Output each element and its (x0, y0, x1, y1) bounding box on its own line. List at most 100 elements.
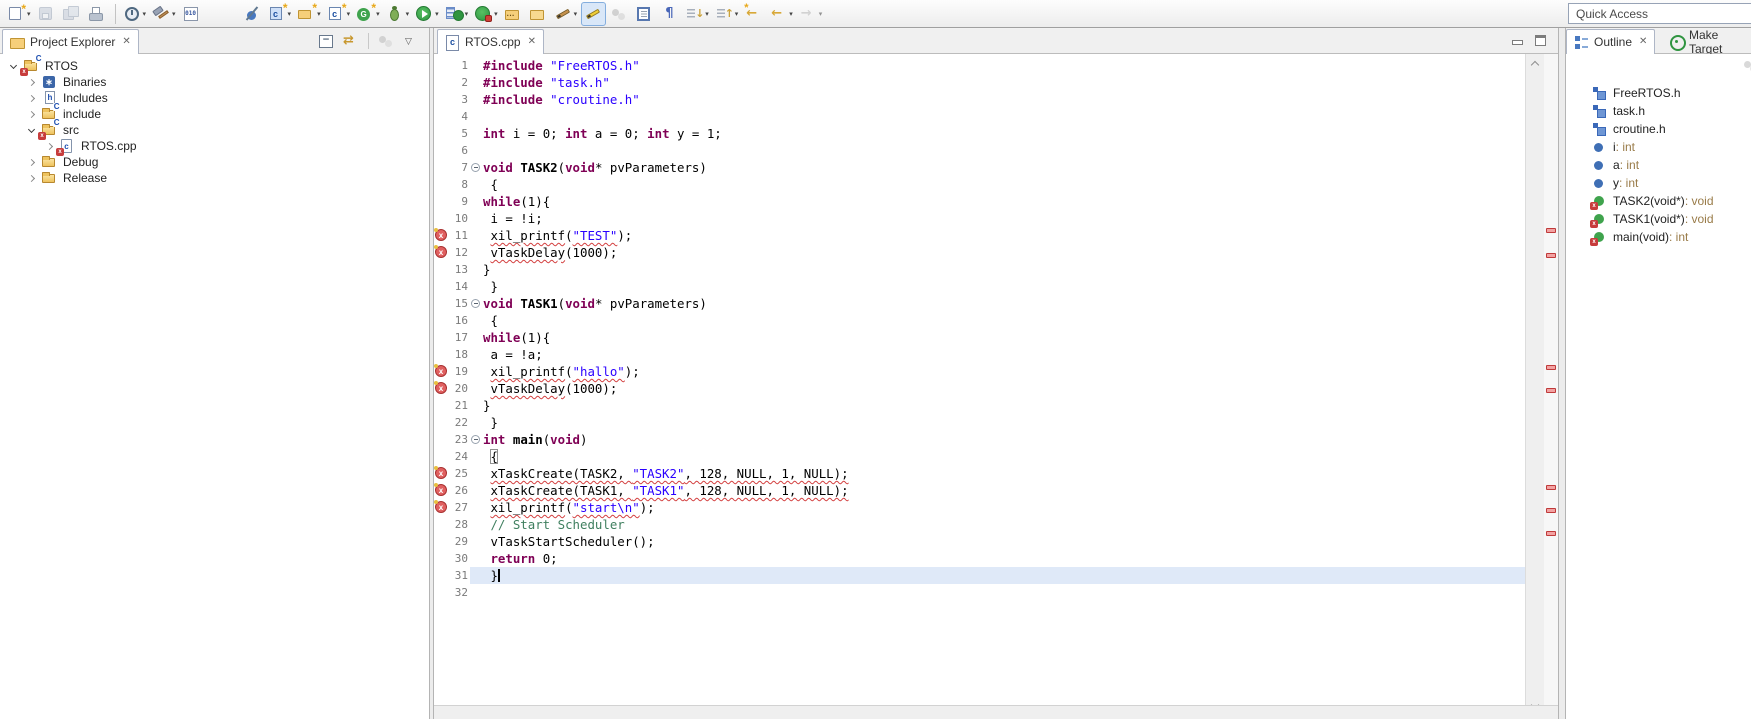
code-line-10[interactable]: 10 i = !i; (434, 210, 1525, 227)
outline-item-main-void-[interactable]: main(void) : int (1590, 228, 1751, 246)
outline-item-task-h[interactable]: task.h (1592, 102, 1751, 120)
code-line-32[interactable]: 32 (434, 584, 1525, 601)
tab-make-target[interactable]: Make Target (1662, 28, 1751, 56)
expand-chevron-icon[interactable] (27, 110, 36, 118)
fold-gutter[interactable] (470, 380, 481, 397)
dropdown-arrow-icon[interactable]: ▾ (435, 10, 439, 18)
fold-gutter[interactable] (470, 142, 481, 159)
outline-item-i[interactable]: i : int (1592, 138, 1751, 156)
code-line-7[interactable]: 7 void TASK2(void* pvParameters) (434, 159, 1525, 176)
fold-gutter[interactable] (470, 584, 481, 601)
error-overview-marker[interactable] (1546, 253, 1556, 258)
view-menu-icon[interactable] (403, 33, 419, 49)
fold-gutter[interactable] (470, 244, 481, 261)
fold-gutter[interactable] (470, 210, 481, 227)
annotation-gutter[interactable] (434, 57, 449, 74)
outline-item-croutine-h[interactable]: croutine.h (1592, 120, 1751, 138)
fold-gutter[interactable] (470, 397, 481, 414)
code-line-12[interactable]: 12 vTaskDelay(1000); (434, 244, 1525, 261)
annotation-gutter[interactable] (434, 278, 449, 295)
dropdown-arrow-icon[interactable]: ▾ (789, 10, 793, 18)
tree-item-src[interactable]: Cx src (5, 119, 429, 140)
code-line-23[interactable]: 23 int main(void) (434, 431, 1525, 448)
code-line-1[interactable]: 1 #include "FreeRTOS.h" (434, 57, 1525, 74)
fold-gutter[interactable] (470, 278, 481, 295)
code-line-24[interactable]: 24 { (434, 448, 1525, 465)
code-line-8[interactable]: 8 { (434, 176, 1525, 193)
code-line-11[interactable]: 11 xil_printf("TEST"); (434, 227, 1525, 244)
dropdown-arrow-icon[interactable]: ▾ (317, 10, 321, 18)
fold-gutter[interactable] (470, 176, 481, 193)
fold-gutter[interactable] (470, 346, 481, 363)
fold-gutter[interactable] (470, 533, 481, 550)
pencil-button[interactable]: ▾ (552, 2, 580, 26)
fold-gutter[interactable] (470, 108, 481, 125)
dropdown-arrow-icon[interactable]: ▾ (376, 10, 380, 18)
annotation-gutter[interactable] (434, 465, 449, 482)
fold-gutter[interactable] (470, 329, 481, 346)
code-line-26[interactable]: 26 xTaskCreate(TASK1, "TASK1", 128, NULL… (434, 482, 1525, 499)
new-c-project-button[interactable]: ▾ (266, 2, 294, 26)
editor-horizontal-scrollbar[interactable] (434, 705, 1558, 719)
tree-item-rtos-cpp[interactable]: c x RTOS.cpp (5, 138, 429, 156)
new-project-button[interactable]: ▾ (295, 2, 323, 26)
error-quickfix-icon[interactable] (434, 500, 447, 513)
code-line-13[interactable]: 13} (434, 261, 1525, 278)
code-line-30[interactable]: 30 return 0; (434, 550, 1525, 567)
fold-gutter[interactable] (470, 499, 481, 516)
annotation-gutter[interactable] (434, 482, 449, 499)
fold-gutter[interactable] (470, 516, 481, 533)
code-line-15[interactable]: 15 void TASK1(void* pvParameters) (434, 295, 1525, 312)
outline-item-task1-void-[interactable]: TASK1(void*) : void (1590, 210, 1751, 228)
dropdown-arrow-icon[interactable]: ▾ (406, 10, 410, 18)
annotation-gutter[interactable] (434, 210, 449, 227)
dropdown-arrow-icon[interactable]: ▾ (288, 10, 292, 18)
fold-gutter[interactable] (470, 465, 481, 482)
annotation-gutter[interactable] (434, 516, 449, 533)
fold-gutter[interactable] (470, 227, 481, 244)
annotation-gutter[interactable] (434, 499, 449, 516)
fold-gutter[interactable] (470, 57, 481, 74)
outline-item-a[interactable]: a : int (1592, 156, 1751, 174)
code-line-22[interactable]: 22 } (434, 414, 1525, 431)
expand-chevron-icon[interactable] (27, 174, 36, 182)
code-line-6[interactable]: 6 (434, 142, 1525, 159)
fold-gutter[interactable] (470, 550, 481, 567)
tree-item-release[interactable]: Release (5, 170, 429, 186)
annotation-gutter[interactable] (434, 244, 449, 261)
generate-wizard-button[interactable]: ▾ (354, 2, 382, 26)
tab-project-explorer[interactable]: Project Explorer ✕ (2, 29, 139, 54)
expand-chevron-icon[interactable] (45, 142, 54, 150)
profile-button[interactable]: ▾ (472, 2, 500, 26)
code-line-4[interactable]: 4 (434, 108, 1525, 125)
close-icon[interactable]: ✕ (1639, 37, 1647, 47)
debug-button[interactable]: ▾ (384, 2, 412, 26)
close-icon[interactable]: ✕ (528, 37, 536, 47)
dropdown-arrow-icon[interactable]: ▾ (465, 10, 469, 18)
left-sash[interactable] (429, 28, 434, 719)
error-overview-marker[interactable] (1546, 485, 1556, 490)
open-resource-button[interactable] (502, 2, 525, 26)
dropdown-arrow-icon[interactable]: ▾ (574, 10, 578, 18)
annotation-gutter[interactable] (434, 312, 449, 329)
minimize-icon[interactable] (1512, 40, 1523, 45)
dropdown-arrow-icon[interactable]: ▾ (347, 10, 351, 18)
mark-occurrences-button[interactable] (581, 1, 607, 26)
fold-gutter[interactable] (470, 567, 481, 584)
open-file-button[interactable] (527, 2, 550, 26)
code-line-14[interactable]: 14 } (434, 278, 1525, 295)
annotation-gutter[interactable] (434, 567, 449, 584)
error-quickfix-icon[interactable] (434, 483, 447, 496)
code-line-2[interactable]: 2 #include "task.h" (434, 74, 1525, 91)
annotation-gutter[interactable] (434, 363, 449, 380)
annotation-gutter[interactable] (434, 176, 449, 193)
annotation-gutter[interactable] (434, 108, 449, 125)
error-quickfix-icon[interactable] (434, 364, 447, 377)
error-quickfix-icon[interactable] (434, 245, 447, 258)
fold-gutter[interactable] (470, 312, 481, 329)
code-line-18[interactable]: 18 a = !a; (434, 346, 1525, 363)
fold-gutter[interactable] (470, 448, 481, 465)
fold-gutter[interactable] (470, 91, 481, 108)
editor-vertical-scrollbar[interactable] (1525, 54, 1544, 719)
annotation-gutter[interactable] (434, 91, 449, 108)
